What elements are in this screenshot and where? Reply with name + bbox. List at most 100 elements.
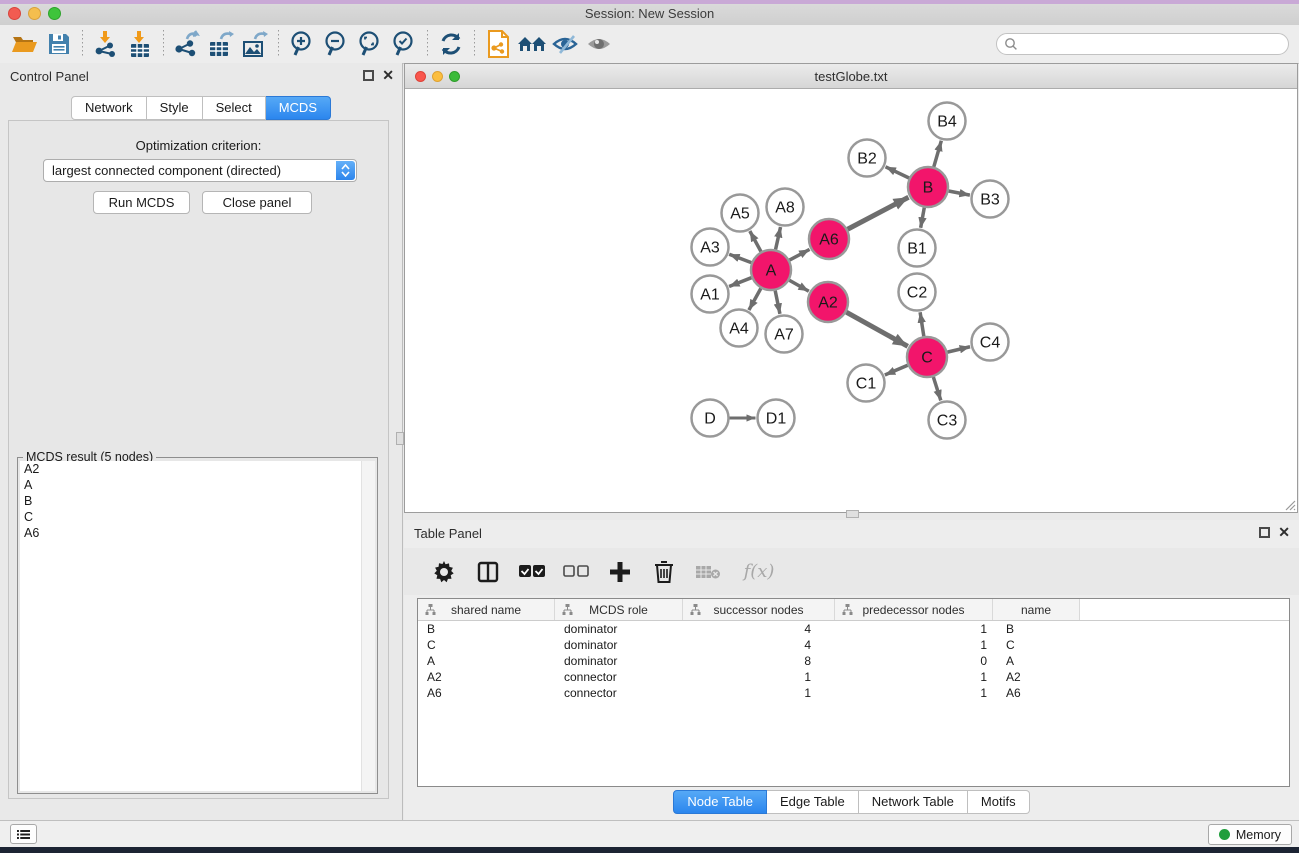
graph-node-C2[interactable]: C2 (899, 274, 936, 311)
table-tab-edge-table[interactable]: Edge Table (767, 790, 859, 814)
resize-grip-icon[interactable] (1282, 497, 1296, 511)
result-list-scrollbar[interactable] (361, 461, 375, 791)
tab-network[interactable]: Network (71, 96, 147, 120)
table-cell[interactable]: A6 (418, 685, 555, 701)
graph-node-D1[interactable]: D1 (758, 400, 795, 437)
graph-edge-B-B3[interactable] (949, 191, 970, 195)
graph-node-A3[interactable]: A3 (692, 229, 729, 266)
graph-edge-B-B1[interactable] (921, 208, 925, 228)
graph-node-A1[interactable]: A1 (692, 276, 729, 313)
graph-node-C4[interactable]: C4 (972, 324, 1009, 361)
close-panel-icon[interactable]: ✕ (382, 66, 394, 84)
column-header-shared-name[interactable]: shared name (418, 599, 555, 620)
export-network-button[interactable] (170, 28, 204, 60)
table-cell[interactable]: 1 (683, 669, 835, 685)
graph-node-B2[interactable]: B2 (849, 140, 886, 177)
table-cell[interactable]: B (418, 621, 555, 637)
graph-edge-C-C4[interactable] (947, 347, 970, 352)
zoom-out-button[interactable] (319, 28, 353, 60)
table-row[interactable]: Cdominator41C (418, 637, 1289, 653)
table-cell[interactable]: 1 (835, 621, 993, 637)
zoom-selected-button[interactable] (387, 28, 421, 60)
float-panel-icon[interactable] (363, 70, 374, 81)
delete-table-button[interactable] (686, 552, 730, 592)
table-cell[interactable]: A (993, 653, 1080, 669)
vertical-split-handle[interactable] (846, 510, 859, 518)
network-file-button[interactable] (481, 28, 515, 60)
graph-node-B1[interactable]: B1 (899, 230, 936, 267)
mcds-result-item[interactable]: A2 (20, 461, 375, 477)
graph-edge-C-C1[interactable] (885, 365, 908, 375)
tab-style[interactable]: Style (147, 96, 203, 120)
graph-node-D[interactable]: D (692, 400, 729, 437)
horizontal-split-handle[interactable] (396, 432, 404, 445)
delete-column-button[interactable] (642, 552, 686, 592)
refresh-view-button[interactable] (434, 28, 468, 60)
network-graph[interactable]: B4B2BB3A8A5A6A3B1AA1C2A2A4A7C4CC1C3DD1 (405, 89, 1297, 512)
table-cell[interactable]: B (993, 621, 1080, 637)
run-mcds-button[interactable]: Run MCDS (93, 191, 190, 214)
graph-node-A[interactable]: A (751, 250, 791, 290)
table-cell[interactable]: dominator (555, 637, 683, 653)
table-cell[interactable]: dominator (555, 653, 683, 669)
select-all-button[interactable] (510, 552, 554, 592)
table-tab-motifs[interactable]: Motifs (968, 790, 1030, 814)
column-header-name[interactable]: name (993, 599, 1080, 620)
function-builder-button[interactable]: f(x) (730, 552, 788, 592)
table-cell[interactable]: A (418, 653, 555, 669)
graph-node-A8[interactable]: A8 (767, 189, 804, 226)
graph-node-A2[interactable]: A2 (808, 282, 848, 322)
table-settings-button[interactable] (422, 552, 466, 592)
column-header-mcds-role[interactable]: MCDS role (555, 599, 683, 620)
close-panel-icon[interactable]: ✕ (1278, 523, 1290, 541)
graph-edge-C-C3[interactable] (933, 377, 940, 400)
table-cell[interactable]: A6 (993, 685, 1080, 701)
show-panels-button[interactable] (583, 28, 617, 60)
graph-node-A6[interactable]: A6 (809, 219, 849, 259)
deselect-all-button[interactable] (554, 552, 598, 592)
criterion-dropdown[interactable]: largest connected component (directed) (43, 159, 357, 182)
tab-select[interactable]: Select (203, 96, 266, 120)
import-network-button[interactable] (89, 28, 123, 60)
table-row[interactable]: A2connector11A2 (418, 669, 1289, 685)
column-header-predecessor-nodes[interactable]: predecessor nodes (835, 599, 993, 620)
hide-panels-button[interactable] (549, 28, 583, 60)
table-row[interactable]: Adominator80A (418, 653, 1289, 669)
task-history-button[interactable] (10, 824, 37, 844)
table-row[interactable]: A6connector11A6 (418, 685, 1289, 701)
table-cell[interactable]: 4 (683, 637, 835, 653)
table-cell[interactable]: dominator (555, 621, 683, 637)
close-panel-button[interactable]: Close panel (202, 191, 312, 214)
mcds-result-item[interactable]: A6 (20, 525, 375, 541)
float-panel-icon[interactable] (1259, 527, 1270, 538)
graph-edge-C-C2[interactable] (920, 312, 924, 336)
zoom-in-button[interactable] (285, 28, 319, 60)
table-cell[interactable]: 1 (683, 685, 835, 701)
graph-edge-A-A1[interactable] (729, 278, 751, 287)
table-cell[interactable]: 1 (835, 685, 993, 701)
table-row[interactable]: Bdominator41B (418, 621, 1289, 637)
graph-node-C1[interactable]: C1 (848, 365, 885, 402)
table-cell[interactable]: 4 (683, 621, 835, 637)
table-cell[interactable]: A2 (993, 669, 1080, 685)
table-cell[interactable]: 0 (835, 653, 993, 669)
graph-edge-B-B4[interactable] (934, 141, 942, 167)
table-cell[interactable]: A2 (418, 669, 555, 685)
tab-mcds[interactable]: MCDS (266, 96, 331, 120)
create-column-button[interactable] (598, 552, 642, 592)
column-header-successor-nodes[interactable]: successor nodes (683, 599, 835, 620)
graph-node-C3[interactable]: C3 (929, 402, 966, 439)
graph-node-A4[interactable]: A4 (721, 310, 758, 347)
zoom-fit-button[interactable] (353, 28, 387, 60)
table-cell[interactable]: 1 (835, 669, 993, 685)
graph-edge-B-B2[interactable] (886, 167, 910, 178)
graph-node-B3[interactable]: B3 (972, 181, 1009, 218)
graph-edge-A2-C[interactable] (846, 312, 907, 346)
graph-edge-A-A4[interactable] (749, 288, 761, 310)
table-cell[interactable]: C (418, 637, 555, 653)
graph-edge-A-A2[interactable] (789, 280, 809, 291)
export-image-button[interactable] (238, 28, 272, 60)
table-cell[interactable]: connector (555, 685, 683, 701)
graph-edge-A6-B[interactable] (848, 197, 909, 229)
table-cell[interactable]: 1 (835, 637, 993, 653)
